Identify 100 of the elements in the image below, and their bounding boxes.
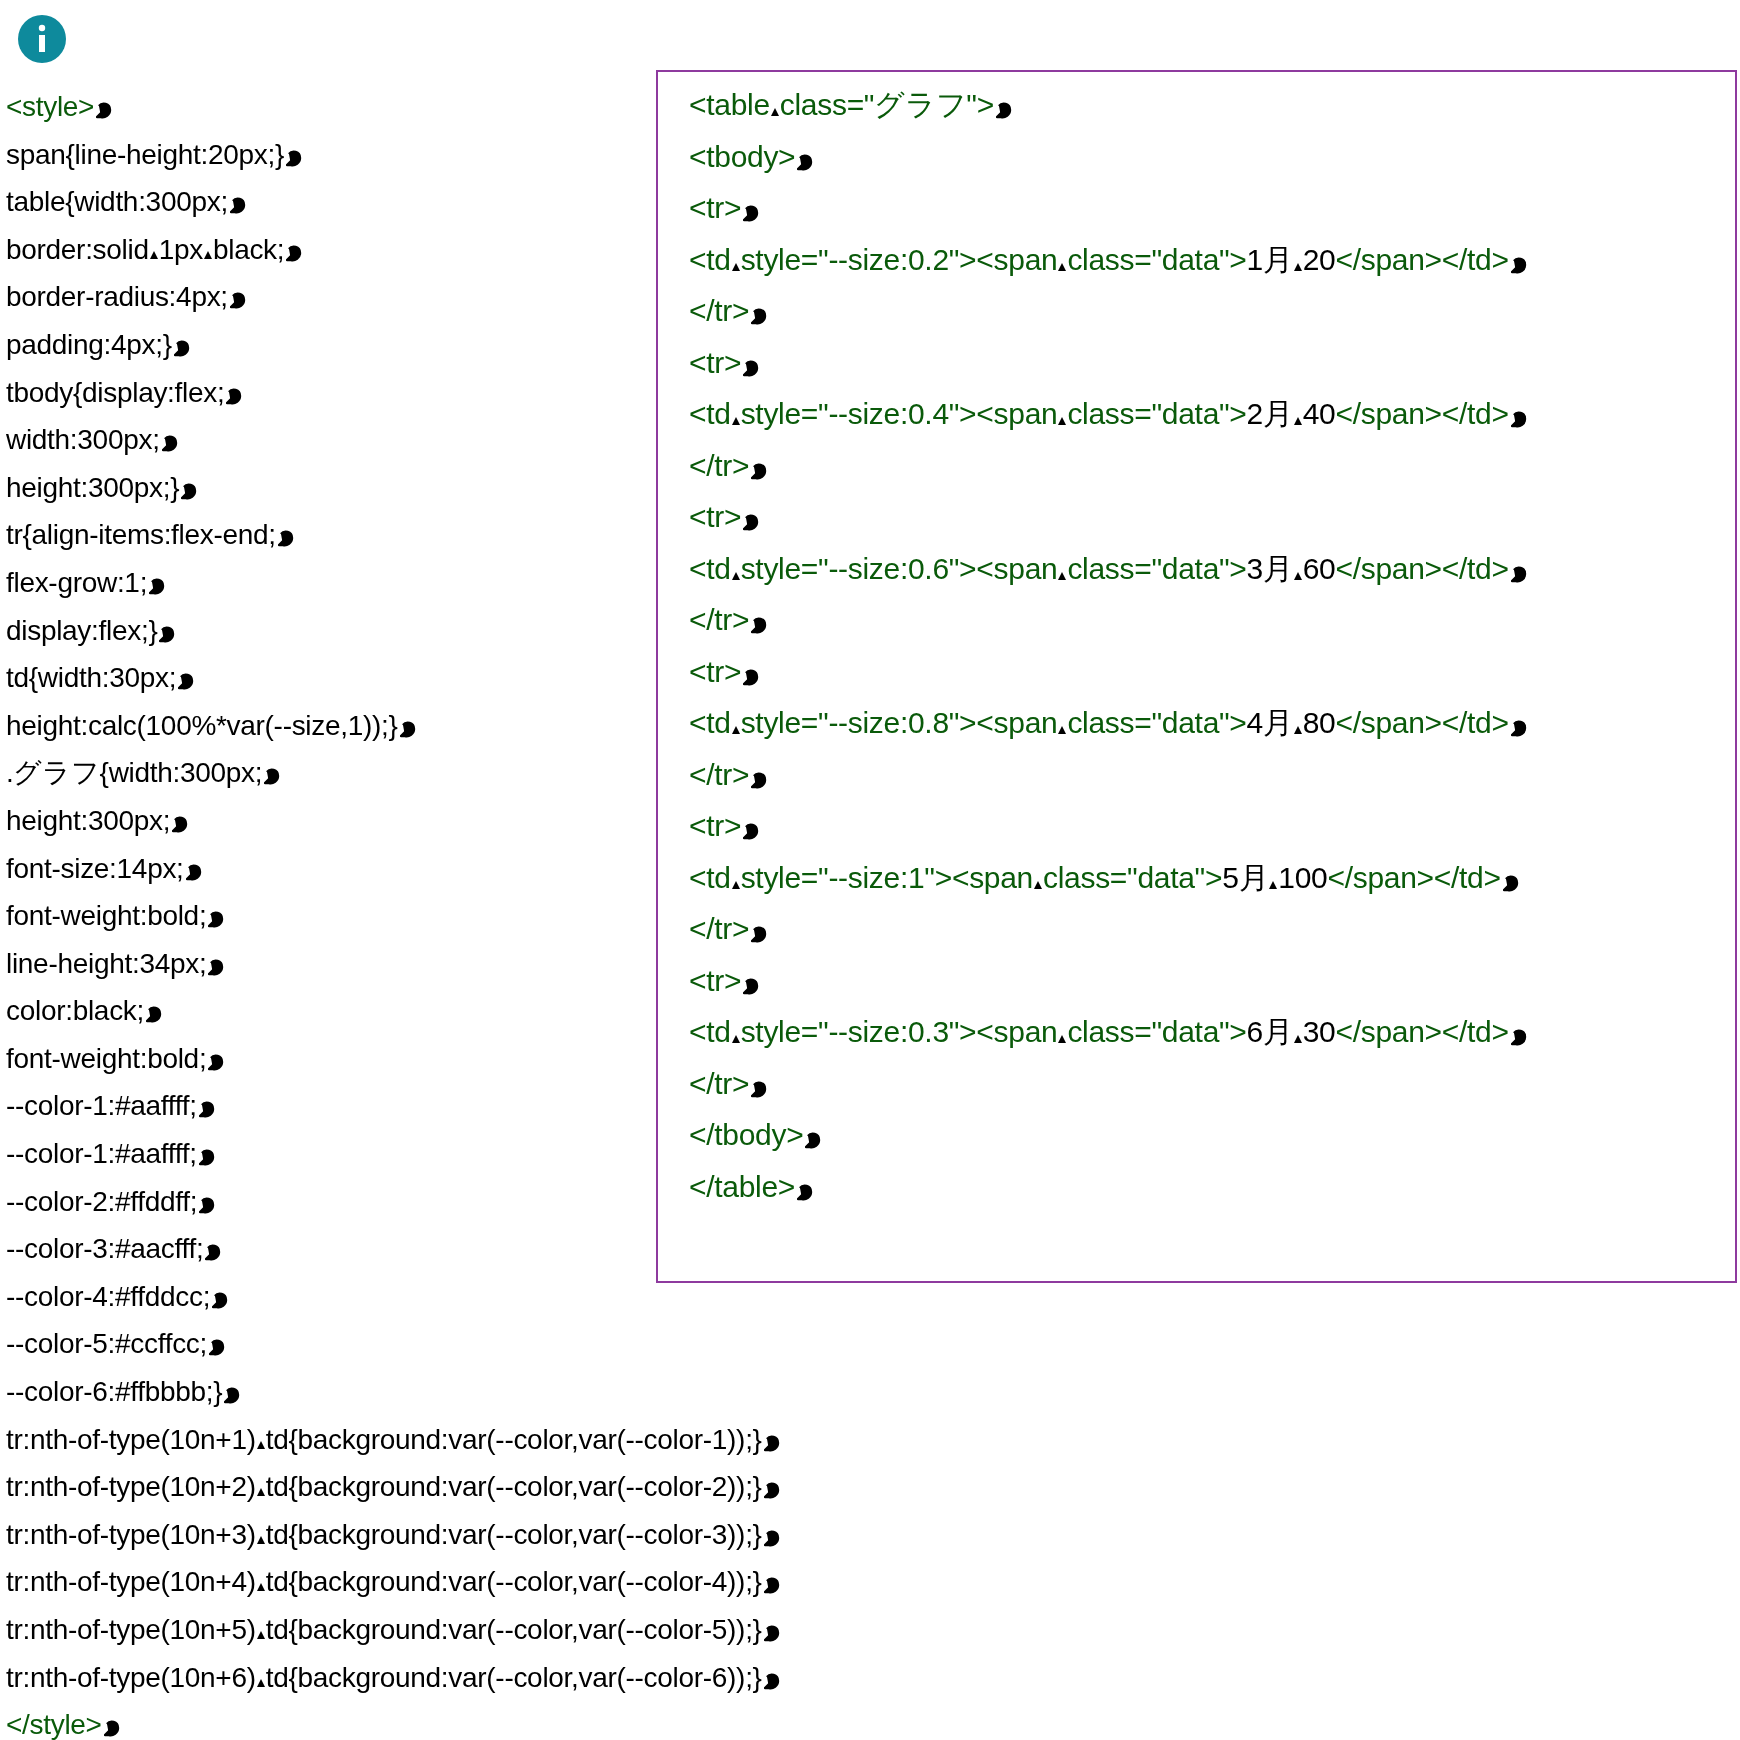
code-text: 40 xyxy=(1302,397,1336,431)
return-mark-icon xyxy=(208,957,225,976)
space-mark-icon xyxy=(1293,417,1302,425)
code-text: style="--size:0.3"><span xyxy=(740,1015,1058,1049)
code-text: line-height:34px; xyxy=(6,948,207,979)
code-text: border:solid xyxy=(6,234,149,265)
return-mark-icon xyxy=(229,196,246,215)
return-mark-icon xyxy=(149,576,166,595)
return-mark-icon xyxy=(161,434,178,453)
code-text: </tr> xyxy=(689,603,750,637)
code-text: 60 xyxy=(1302,551,1336,586)
space-mark-icon xyxy=(1058,417,1067,425)
space-mark-icon xyxy=(770,108,779,116)
code-text: <style> xyxy=(6,92,95,122)
code-text: black; xyxy=(212,234,285,265)
code-text: td{background:var(--color,var(--color-2));} xyxy=(265,1472,762,1503)
return-mark-icon xyxy=(226,386,243,405)
code-text: <tr> xyxy=(689,345,742,380)
code-text: style="--size:0.4"><span xyxy=(740,397,1058,431)
code-text: class="data"> xyxy=(1067,706,1247,740)
return-mark-icon xyxy=(224,1386,241,1405)
code-text: --color-2:#ffddff; xyxy=(6,1186,198,1217)
space-mark-icon xyxy=(731,417,740,425)
code-text: </tr> xyxy=(689,448,750,483)
return-mark-icon xyxy=(205,1243,222,1262)
return-mark-icon xyxy=(185,862,202,881)
code-text: </tr> xyxy=(689,757,750,792)
code-text: td{background:var(--color,var(--color-3));} xyxy=(265,1519,762,1550)
space-mark-icon xyxy=(256,1631,265,1639)
code-text: td{background:var(--color,var(--color-4));} xyxy=(265,1567,762,1598)
return-mark-icon xyxy=(198,1100,215,1119)
return-mark-icon xyxy=(96,101,113,119)
code-text: tr:nth-of-type(10n+5) xyxy=(6,1615,256,1645)
code-text: 1月 xyxy=(1246,242,1293,277)
code-text: class="data"> xyxy=(1067,397,1247,431)
code-text: tr:nth-of-type(10n+2) xyxy=(6,1472,256,1503)
space-mark-icon xyxy=(731,1035,740,1043)
return-mark-icon xyxy=(286,148,302,167)
return-mark-icon xyxy=(797,152,814,171)
space-mark-icon xyxy=(1058,726,1067,734)
return-mark-icon xyxy=(751,307,768,325)
code-text: padding:4px;} xyxy=(6,329,172,360)
return-mark-icon xyxy=(229,291,246,310)
code-text: class="data"> xyxy=(1067,1015,1247,1049)
space-mark-icon xyxy=(731,726,740,734)
return-mark-icon xyxy=(209,1338,226,1357)
return-mark-icon xyxy=(208,910,225,929)
code-text: span{line-height:20px;} xyxy=(6,139,284,170)
code-text: <table xyxy=(689,88,770,122)
return-mark-icon xyxy=(103,1719,120,1738)
return-mark-icon xyxy=(1502,873,1519,892)
code-text: style="--size:1"><span xyxy=(740,860,1033,895)
return-mark-icon xyxy=(399,719,416,738)
space-mark-icon xyxy=(256,1488,265,1497)
code-text: <tr> xyxy=(689,191,742,225)
return-mark-icon xyxy=(995,101,1012,119)
return-mark-icon xyxy=(178,672,195,691)
return-mark-icon xyxy=(751,461,768,480)
space-mark-icon xyxy=(256,1678,265,1687)
return-mark-icon xyxy=(763,1528,780,1547)
return-mark-icon xyxy=(751,1079,768,1098)
return-mark-icon xyxy=(146,1005,162,1024)
code-text: class="グラフ"> xyxy=(779,88,994,122)
code-text: </tbody> xyxy=(689,1118,804,1152)
code-text: </span></td> xyxy=(1335,706,1509,740)
code-text: </tr> xyxy=(689,912,750,946)
space-mark-icon xyxy=(731,262,740,271)
return-mark-icon xyxy=(743,976,760,995)
return-mark-icon xyxy=(208,1052,225,1071)
return-mark-icon xyxy=(743,513,760,531)
code-text: style="--size:0.8"><span xyxy=(740,706,1058,740)
space-mark-icon xyxy=(1058,262,1067,271)
code-text: </span></td> xyxy=(1335,1015,1509,1049)
code-text: <td xyxy=(689,860,731,895)
return-mark-icon xyxy=(743,358,760,377)
code-text: .グラフ{width:300px; xyxy=(6,758,263,789)
code-text: </span></td> xyxy=(1327,860,1501,895)
code-text: tbody{display:flex; xyxy=(6,377,225,408)
code-text: --color-6:#ffbbbb;} xyxy=(6,1377,223,1408)
code-text: <td xyxy=(689,242,731,277)
return-mark-icon xyxy=(159,624,176,643)
code-text: 4月 xyxy=(1246,706,1293,740)
space-mark-icon xyxy=(1293,1035,1302,1043)
code-text: <td xyxy=(689,397,731,431)
info-icon xyxy=(18,15,66,63)
code-text: td{background:var(--color,var(--color-5));} xyxy=(265,1615,762,1645)
code-text: </tr> xyxy=(689,1066,750,1101)
code-text: <tr> xyxy=(689,654,742,689)
code-text: tr:nth-of-type(10n+1) xyxy=(6,1424,256,1455)
code-text: style="--size:0.2"><span xyxy=(740,242,1058,277)
return-mark-icon xyxy=(172,814,189,833)
return-mark-icon xyxy=(763,1576,780,1595)
return-mark-icon xyxy=(805,1131,822,1149)
code-text: color:black; xyxy=(6,996,144,1027)
space-mark-icon xyxy=(149,250,158,259)
code-text: class="data"> xyxy=(1067,551,1247,586)
return-mark-icon xyxy=(751,616,768,634)
code-text: </tr> xyxy=(689,294,750,328)
return-mark-icon xyxy=(743,822,760,840)
code-text: 80 xyxy=(1302,706,1336,740)
